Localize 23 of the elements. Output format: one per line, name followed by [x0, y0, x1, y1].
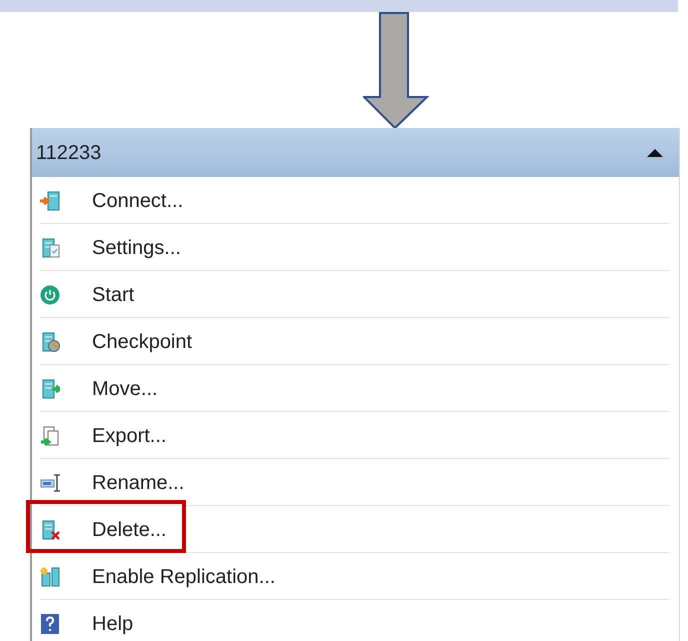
- collapse-caret-icon[interactable]: [647, 148, 663, 158]
- action-item[interactable]: Rename...: [32, 459, 679, 506]
- server-arrow-icon: [40, 190, 60, 210]
- server-clock-icon: [40, 332, 60, 352]
- action-item[interactable]: Enable Replication...: [32, 553, 679, 600]
- pane-header[interactable]: 112233: [32, 128, 679, 177]
- action-item[interactable]: Settings...: [32, 224, 679, 271]
- help-icon: [40, 614, 60, 634]
- action-item[interactable]: Move...: [32, 365, 679, 412]
- action-item[interactable]: Checkpoint: [32, 318, 679, 365]
- action-item[interactable]: Start: [32, 271, 679, 318]
- action-item[interactable]: Connect...: [32, 177, 679, 224]
- text-cursor-icon: [40, 472, 60, 492]
- power-icon: [40, 284, 60, 304]
- server-cross-icon: [40, 520, 60, 540]
- pane-title: 112233: [36, 140, 102, 166]
- server-pair-icon: [40, 566, 60, 586]
- document-arrow-icon: [40, 426, 60, 446]
- action-item[interactable]: Delete...: [32, 506, 679, 553]
- action-item[interactable]: Export...: [32, 412, 679, 459]
- server-arrow-icon: [40, 378, 60, 398]
- server-document-icon: [40, 238, 60, 258]
- action-item[interactable]: Help: [32, 600, 679, 641]
